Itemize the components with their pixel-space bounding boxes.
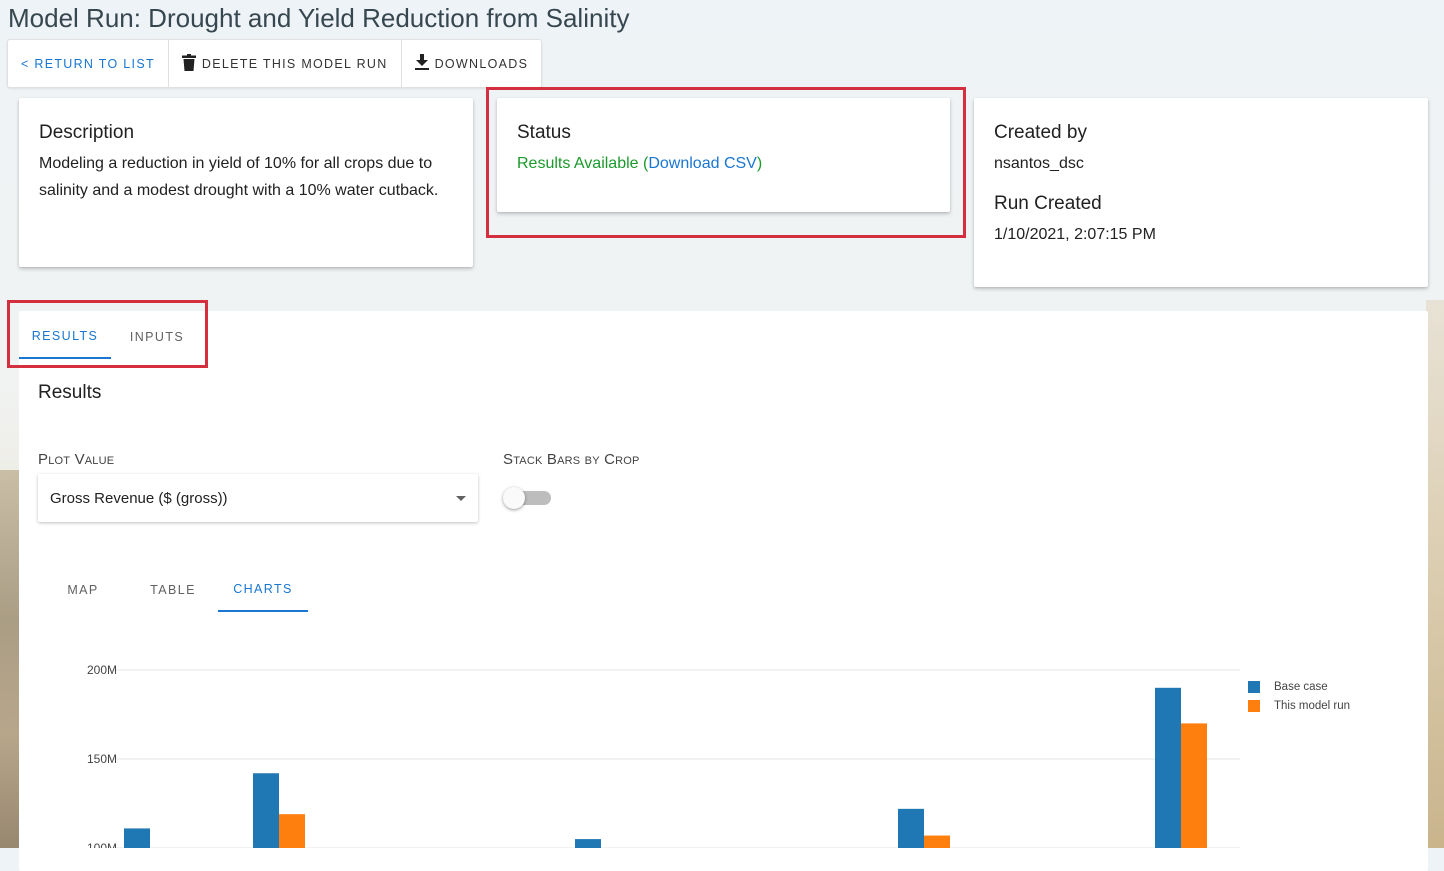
y-tick-label: 150M	[87, 752, 117, 766]
status-text: Results Available	[517, 155, 639, 172]
bar-model-run[interactable]	[924, 835, 950, 848]
tab-map-label: MAP	[67, 582, 99, 597]
chart-legend: Base case This model run	[1248, 677, 1350, 715]
tab-table[interactable]: TABLE	[128, 567, 218, 612]
bar-base-case[interactable]	[898, 808, 924, 848]
downloads-label: DOWNLOADS	[434, 56, 529, 71]
created-by-heading: Created by	[994, 122, 1087, 143]
y-tick-label: 100M	[87, 841, 117, 848]
description-heading: Description	[39, 122, 135, 143]
results-title: Results	[38, 382, 102, 403]
bar-base-case[interactable]	[575, 839, 601, 848]
return-to-list-label: < RETURN TO LIST	[21, 56, 155, 71]
legend-label-run: This model run	[1274, 699, 1351, 712]
legend-swatch-base	[1248, 680, 1260, 693]
tab-charts-label: CHARTS	[233, 581, 293, 596]
revenue-bar-chart: 200M 150M 100M	[87, 663, 1240, 848]
status-paren-open: (	[638, 155, 649, 172]
status-heading: Status	[517, 122, 571, 143]
view-tabs: MAP TABLE CHARTS	[38, 567, 308, 612]
tab-map[interactable]: MAP	[38, 567, 128, 612]
stack-bars-label: Stack Bars by Crop	[503, 451, 640, 468]
run-created-heading: Run Created	[994, 193, 1102, 214]
stack-bars-toggle[interactable]	[503, 487, 551, 509]
bar-base-case[interactable]	[253, 773, 279, 848]
tab-charts[interactable]: CHARTS	[218, 567, 308, 612]
background-hill-right	[1426, 300, 1444, 848]
page-title: Model Run: Drought and Yield Reduction f…	[8, 3, 630, 33]
status-card: Status Results Available (Download CSV)	[497, 98, 950, 212]
meta-card: Created by nsantos_dsc Run Created 1/10/…	[974, 98, 1428, 287]
tab-inputs[interactable]: INPUTS	[111, 315, 203, 359]
status-paren-close: )	[756, 155, 763, 172]
trash-icon	[181, 53, 196, 74]
plot-value-select[interactable]: Gross Revenue ($ (gross))	[38, 474, 478, 522]
description-card: Description Modeling a reduction in yiel…	[19, 98, 473, 267]
download-icon	[414, 54, 429, 73]
delete-model-run-label: DELETE THIS MODEL RUN	[201, 56, 388, 71]
return-to-list-button[interactable]: < RETURN TO LIST	[8, 40, 169, 87]
bar-base-case[interactable]	[1155, 687, 1181, 848]
description-text: Modeling a reduction in yield of 10% for…	[39, 155, 439, 199]
plot-value-selected: Gross Revenue ($ (gross))	[50, 489, 228, 507]
created-by-value: nsantos_dsc	[994, 155, 1084, 172]
tab-results[interactable]: RESULTS	[19, 315, 111, 359]
chevron-down-icon	[456, 495, 466, 501]
bar-base-case[interactable]	[124, 828, 150, 848]
run-created-value: 1/10/2021, 2:07:15 PM	[994, 226, 1156, 243]
tab-results-label: RESULTS	[31, 329, 99, 343]
tab-inputs-label: INPUTS	[129, 330, 185, 344]
tab-table-label: TABLE	[150, 582, 196, 597]
action-toolbar: < RETURN TO LIST DELETE THIS MODEL RUN D…	[7, 39, 543, 88]
delete-model-run-button[interactable]: DELETE THIS MODEL RUN	[169, 40, 402, 87]
main-tabs: RESULTS INPUTS	[19, 315, 203, 359]
bar-model-run[interactable]	[1181, 723, 1207, 848]
legend-swatch-run	[1248, 699, 1260, 712]
downloads-button[interactable]: DOWNLOADS	[402, 40, 542, 87]
y-tick-label: 200M	[87, 663, 117, 677]
legend-label-base: Base case	[1274, 680, 1328, 693]
bar-model-run[interactable]	[279, 814, 305, 848]
plot-value-label: Plot Value	[38, 451, 115, 468]
legend-item-base[interactable]: Base case	[1248, 677, 1350, 696]
legend-item-run[interactable]: This model run	[1248, 696, 1350, 715]
toggle-thumb	[503, 487, 525, 509]
download-csv-link[interactable]: Download CSV	[648, 155, 757, 172]
